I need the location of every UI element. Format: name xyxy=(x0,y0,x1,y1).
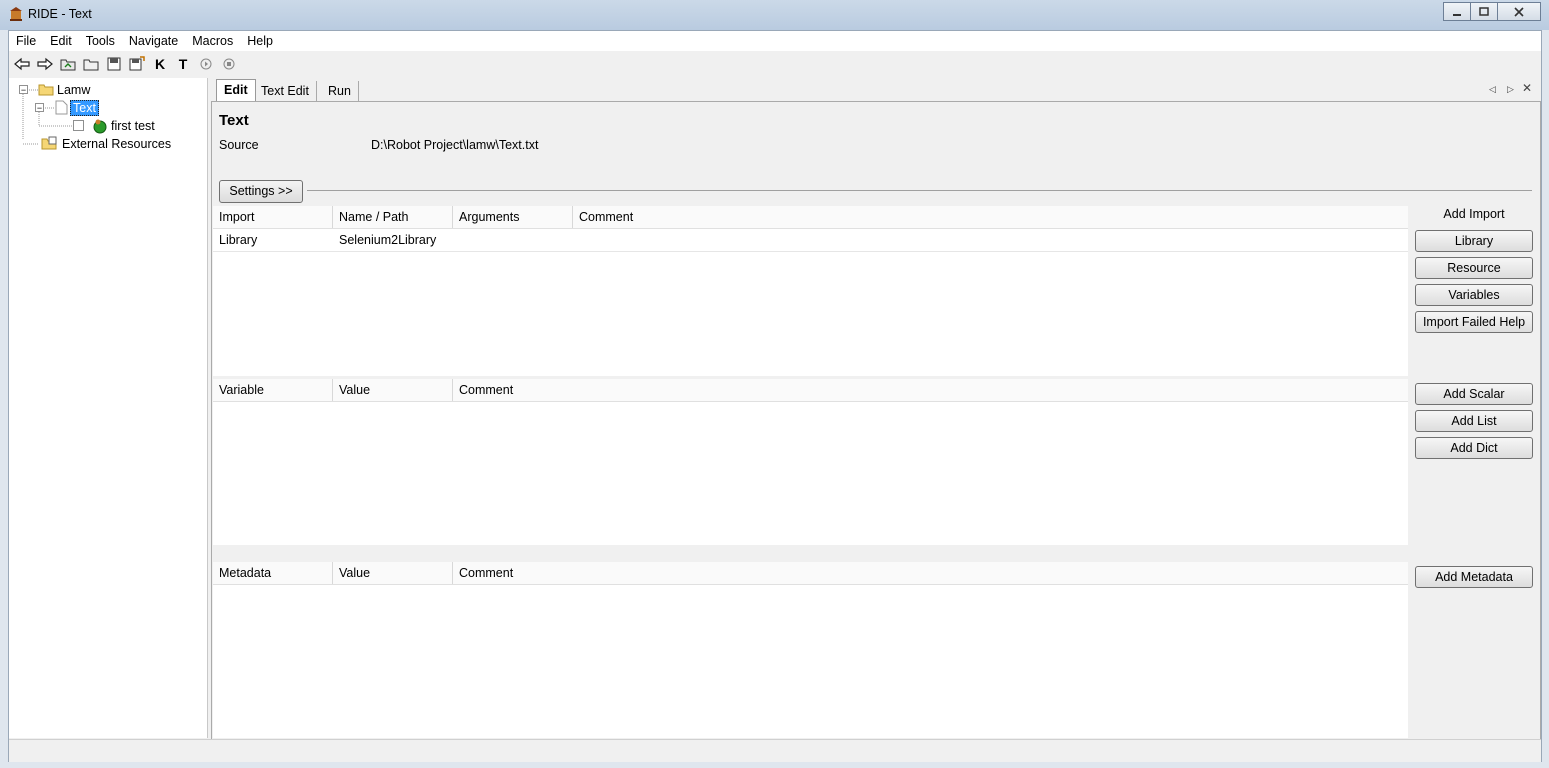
metadata-header: Metadata Value Comment xyxy=(213,562,1408,585)
menu-edit[interactable]: Edit xyxy=(43,31,79,51)
save-icon xyxy=(107,57,121,71)
menu-help[interactable]: Help xyxy=(240,31,280,51)
add-metadata-button[interactable]: Add Metadata xyxy=(1415,566,1533,588)
toolbar: K T xyxy=(9,52,1541,76)
title-bar: RIDE - Text xyxy=(0,0,1549,30)
import-failed-help-button[interactable]: Import Failed Help xyxy=(1415,311,1533,333)
tree-node-external-resources[interactable]: External Resources xyxy=(39,135,171,152)
collapse-icon[interactable]: − xyxy=(35,103,44,113)
menu-bar: File Edit Tools Navigate Macros Help xyxy=(9,31,1541,51)
variables-header: Variable Value Comment xyxy=(213,379,1408,402)
variables-table[interactable]: Variable Value Comment xyxy=(213,379,1408,545)
settings-button[interactable]: Settings >> xyxy=(219,180,303,203)
menu-macros[interactable]: Macros xyxy=(185,31,240,51)
close-icon xyxy=(1514,6,1524,17)
ride-app-icon xyxy=(10,7,22,21)
close-tab-icon[interactable]: ✕ xyxy=(1522,81,1532,95)
column-comment[interactable]: Comment xyxy=(573,206,1408,228)
column-variable[interactable]: Variable xyxy=(213,379,333,401)
tree-node-first-test[interactable]: first test xyxy=(73,117,155,134)
maximize-icon xyxy=(1479,7,1489,16)
tree-label-text: Text xyxy=(70,99,99,116)
play-icon xyxy=(200,58,212,70)
column-name-path[interactable]: Name / Path xyxy=(333,206,453,228)
search-keywords-icon: K xyxy=(154,56,166,72)
add-scalar-button[interactable]: Add Scalar xyxy=(1415,383,1533,405)
tree-node-lamw[interactable]: − Lamw xyxy=(19,81,90,98)
back-button[interactable] xyxy=(13,55,31,73)
search-tests-icon: T xyxy=(178,56,188,72)
file-icon xyxy=(55,100,68,115)
source-label: Source xyxy=(219,138,259,152)
import-type-cell[interactable]: Library xyxy=(213,229,333,251)
add-resource-button[interactable]: Resource xyxy=(1415,257,1533,279)
open-suite-button[interactable] xyxy=(59,55,77,73)
column-arguments[interactable]: Arguments xyxy=(453,206,573,228)
forward-arrow-icon xyxy=(37,57,53,71)
add-dict-button[interactable]: Add Dict xyxy=(1415,437,1533,459)
column-import[interactable]: Import xyxy=(213,206,333,228)
tree-label-first-test: first test xyxy=(111,118,155,133)
column-comment[interactable]: Comment xyxy=(453,562,1408,584)
project-tree: − Lamw − Text first test External Resour… xyxy=(9,78,208,738)
menu-navigate[interactable]: Navigate xyxy=(122,31,185,51)
tree-label-lamw: Lamw xyxy=(57,82,91,97)
column-value[interactable]: Value xyxy=(333,562,453,584)
open-directory-button[interactable] xyxy=(82,55,100,73)
status-bar xyxy=(9,739,1541,762)
column-value[interactable]: Value xyxy=(333,379,453,401)
add-variables-button[interactable]: Variables xyxy=(1415,284,1533,306)
search-tests-button[interactable]: T xyxy=(174,55,192,73)
stop-button[interactable] xyxy=(220,55,238,73)
suite-editor: Text Source D:\Robot Project\lamw\Text.t… xyxy=(211,101,1541,740)
run-button[interactable] xyxy=(197,55,215,73)
tab-text-edit[interactable]: Text Edit xyxy=(254,81,317,101)
test-checkbox[interactable] xyxy=(73,120,84,131)
row-divider xyxy=(213,251,1408,252)
editor-tabs: Edit Text Edit Run ◁ ▷ ✕ xyxy=(211,79,1541,102)
add-library-button[interactable]: Library xyxy=(1415,230,1533,252)
tab-edit[interactable]: Edit xyxy=(216,79,256,102)
window-title: RIDE - Text xyxy=(28,7,92,21)
metadata-table[interactable]: Metadata Value Comment xyxy=(213,562,1408,738)
external-resources-icon xyxy=(41,136,57,150)
collapse-icon[interactable]: − xyxy=(19,85,28,95)
stop-icon xyxy=(223,58,235,70)
add-import-label: Add Import xyxy=(1443,207,1505,221)
save-all-button[interactable] xyxy=(128,55,146,73)
minimize-button[interactable] xyxy=(1443,2,1471,21)
tab-run[interactable]: Run xyxy=(321,81,359,101)
tab-scroll-right-icon[interactable]: ▷ xyxy=(1507,84,1514,95)
add-list-button[interactable]: Add List xyxy=(1415,410,1533,432)
back-arrow-icon xyxy=(14,57,30,71)
column-comment[interactable]: Comment xyxy=(453,379,1408,401)
menu-tools[interactable]: Tools xyxy=(79,31,122,51)
source-path: D:\Robot Project\lamw\Text.txt xyxy=(371,138,539,152)
save-button[interactable] xyxy=(105,55,123,73)
close-window-button[interactable] xyxy=(1497,2,1541,21)
app-window: RIDE - Text File Edit Tools Navigate Mac… xyxy=(0,0,1549,768)
search-keywords-button[interactable]: K xyxy=(151,55,169,73)
minimize-icon xyxy=(1453,13,1461,16)
tree-node-text[interactable]: − Text xyxy=(35,99,99,116)
client-area: File Edit Tools Navigate Macros Help K T… xyxy=(8,30,1542,762)
folder-icon xyxy=(38,84,54,96)
tab-scroll-left-icon[interactable]: ◁ xyxy=(1489,84,1496,95)
column-metadata[interactable]: Metadata xyxy=(213,562,333,584)
forward-button[interactable] xyxy=(36,55,54,73)
settings-separator xyxy=(307,190,1532,191)
imports-header: Import Name / Path Arguments Comment xyxy=(213,206,1408,229)
tree-label-external-resources: External Resources xyxy=(62,136,172,151)
imports-table[interactable]: Import Name / Path Arguments Comment Lib… xyxy=(213,206,1408,376)
robot-test-icon xyxy=(93,119,107,133)
import-name-cell[interactable]: Selenium2Library xyxy=(333,229,453,251)
open-test-suite-icon xyxy=(60,59,76,71)
maximize-button[interactable] xyxy=(1470,2,1498,21)
open-directory-icon xyxy=(83,59,99,71)
suite-title: Text xyxy=(219,112,249,129)
save-all-icon xyxy=(129,56,145,71)
menu-file[interactable]: File xyxy=(9,31,43,51)
